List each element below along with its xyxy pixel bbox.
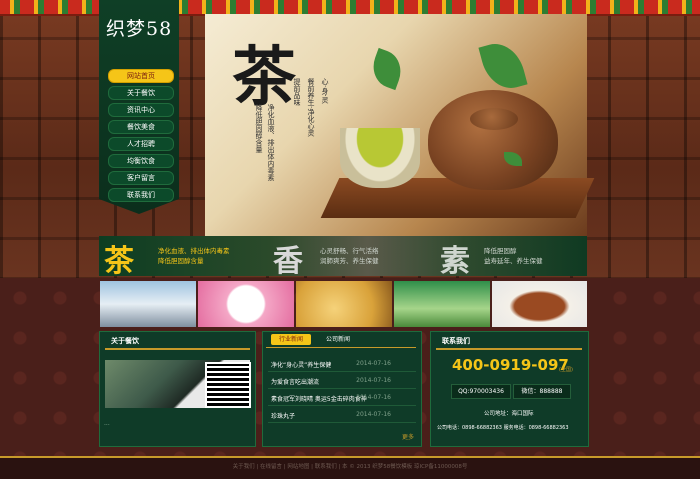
hero-calligraphy: 茶 bbox=[232, 40, 296, 115]
news-date: 2014-07-16 bbox=[356, 377, 391, 384]
hero-tagline: 净化血液、排出体内毒素 bbox=[267, 104, 275, 181]
qr-code bbox=[205, 362, 251, 408]
divider bbox=[436, 348, 582, 350]
news-item[interactable]: 珍珠丸子 2014-07-16 bbox=[271, 411, 391, 420]
hero-tagline: 餐前养生·净化心灵 bbox=[307, 78, 315, 137]
news-item[interactable]: 素食冠军刘晓晴 奥运5金击碎肉食神 2014-07-16 bbox=[271, 394, 391, 403]
news-title[interactable]: 素食冠军刘晓晴 奥运5金击碎肉食神 bbox=[271, 396, 367, 403]
divider bbox=[266, 347, 416, 348]
feature-char: 茶 bbox=[104, 244, 134, 279]
contact-title: 联系我们 bbox=[442, 337, 470, 345]
footer: 关于我们 | 在线留言 | 网站地图 | 联系我们 | 本 © 2013 织梦5… bbox=[0, 458, 700, 479]
news-title[interactable]: 珍珠丸子 bbox=[271, 413, 295, 420]
nav-item[interactable]: 餐饮美食 bbox=[108, 120, 174, 134]
feature-text: 净化血液、排出体内毒素 降低胆固醇含量 bbox=[158, 247, 230, 265]
nav-item[interactable]: 关于餐饮 bbox=[108, 86, 174, 100]
nav-item[interactable]: 资讯中心 bbox=[108, 103, 174, 117]
news-title[interactable]: 为爱食言吃出潮流 bbox=[271, 379, 319, 386]
feature-char: 香 bbox=[273, 244, 303, 279]
thumb-dish[interactable] bbox=[492, 281, 587, 327]
hotline-number: 400-0919-097 bbox=[452, 356, 569, 374]
nav-item[interactable]: 客户留言 bbox=[108, 171, 174, 185]
about-more[interactable]: ... bbox=[104, 420, 110, 427]
news-separator bbox=[268, 388, 416, 389]
feature-char: 素 bbox=[440, 244, 470, 279]
qq-badge[interactable]: QQ:970003436 bbox=[451, 384, 511, 399]
news-panel bbox=[262, 331, 422, 447]
teapot-image bbox=[428, 90, 558, 190]
hero-tagline: 提前品味 bbox=[293, 78, 301, 106]
hero-tagline: 降低胆固醇含量 bbox=[255, 104, 263, 153]
news-date: 2014-07-16 bbox=[356, 394, 391, 401]
contact-tel: 公司电话：0898-66882363 服务电话：0898-66882363 bbox=[437, 425, 569, 431]
thumb-thanks[interactable] bbox=[198, 281, 294, 327]
tab-industry-news[interactable]: 行业新闻 bbox=[271, 334, 311, 345]
teapot-lid bbox=[470, 108, 518, 130]
news-separator bbox=[268, 422, 416, 423]
news-item[interactable]: 净化“身心灵”养生保健 2014-07-16 bbox=[271, 360, 391, 369]
tab-company-news[interactable]: 公司新闻 bbox=[318, 334, 358, 345]
feature-text: 心灵舒畅、行气活络 润肺爽芳、养生保健 bbox=[320, 247, 379, 265]
wechat-badge[interactable]: 微信：888888 bbox=[513, 384, 571, 399]
news-date: 2014-07-16 bbox=[356, 411, 391, 418]
nav-item[interactable]: 网站首页 bbox=[108, 69, 174, 83]
news-more-link[interactable]: 更多 bbox=[402, 432, 414, 441]
about-title: 关于餐饮 bbox=[111, 337, 139, 345]
news-separator bbox=[268, 371, 416, 372]
divider bbox=[105, 348, 250, 350]
hotline-note: (全国) bbox=[559, 367, 573, 373]
address-text: 公司地址：海口国际 bbox=[484, 411, 534, 417]
news-separator bbox=[268, 405, 416, 406]
nav-item[interactable]: 联系我们 bbox=[108, 188, 174, 202]
thumb-banquet[interactable] bbox=[296, 281, 392, 327]
news-date: 2014-07-16 bbox=[356, 360, 391, 367]
thumb-yachts[interactable] bbox=[100, 281, 196, 327]
news-title[interactable]: 净化“身心灵”养生保健 bbox=[271, 362, 331, 369]
hero-tagline: 心·身·灵 bbox=[321, 78, 329, 104]
news-item[interactable]: 为爱食言吃出潮流 2014-07-16 bbox=[271, 377, 391, 386]
nav-item[interactable]: 均衡饮食 bbox=[108, 154, 174, 168]
site-logo[interactable]: 织梦58 bbox=[106, 14, 172, 41]
feature-text: 降低胆固醇 益寿延年、养生保健 bbox=[484, 247, 543, 265]
tea-cup-image bbox=[340, 128, 420, 188]
thumb-promo[interactable] bbox=[394, 281, 490, 327]
nav-item[interactable]: 人才招聘 bbox=[108, 137, 174, 151]
